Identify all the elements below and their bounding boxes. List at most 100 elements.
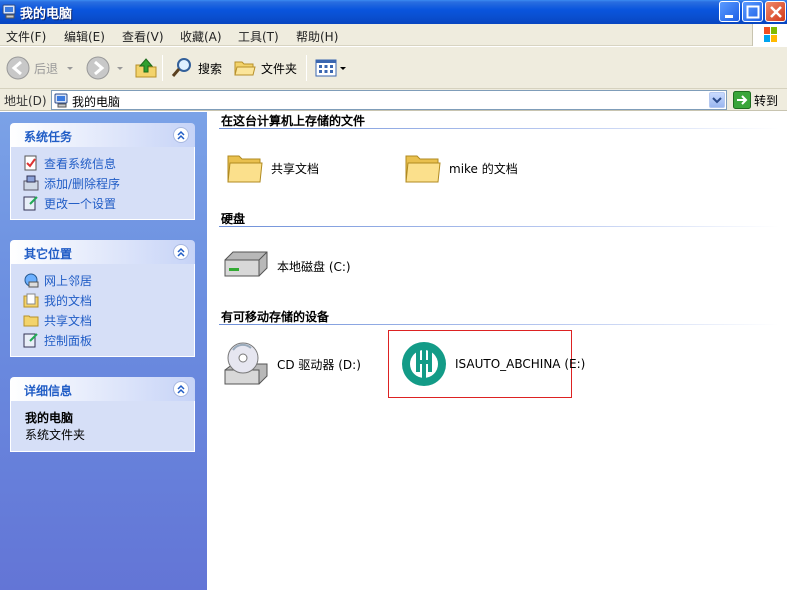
chevron-down-icon [340, 67, 346, 70]
mike-documents-item[interactable]: mike 的文档 [403, 148, 518, 188]
collapse-button[interactable] [173, 381, 189, 397]
details-panel: 详细信息 我的电脑 系统文件夹 [10, 377, 195, 452]
maximize-icon [746, 5, 760, 19]
forward-arrow-icon [86, 56, 110, 80]
task-pane: 系统任务 查看系统信息 添加/删除程序 更改一个设置 其它位置 网上邻居 我的文… [0, 112, 207, 590]
system-info-icon [24, 155, 37, 171]
isauto-abchina-e-item[interactable]: ISAUTO_ABCHINA (E:) [399, 340, 585, 388]
place-network[interactable]: 网上邻居 [23, 270, 194, 290]
go-arrow-icon [733, 91, 751, 109]
search-icon [171, 58, 191, 77]
folder-icon [405, 155, 441, 183]
menu-help[interactable]: 帮助(H) [296, 28, 338, 45]
toolbar-separator [162, 55, 163, 81]
collapse-button[interactable] [173, 127, 189, 143]
folders-icon [234, 61, 256, 76]
place-label: 网上邻居 [44, 273, 93, 288]
windows-logo-icon [764, 27, 777, 42]
cd-drive-d-item[interactable]: CD 驱动器 (D:) [221, 340, 361, 388]
task-label: 查看系统信息 [44, 156, 117, 171]
menu-favorites[interactable]: 收藏(A) [180, 28, 222, 45]
folder-icon [227, 155, 263, 183]
address-value: 我的电脑 [72, 95, 121, 109]
group-title: 在这台计算机上存储的文件 [221, 114, 366, 128]
go-label: 转到 [754, 93, 779, 108]
system-tasks-panel: 系统任务 查看系统信息 添加/删除程序 更改一个设置 [10, 123, 195, 220]
place-shared-documents[interactable]: 共享文档 [23, 310, 194, 330]
chevron-down-icon [67, 67, 74, 70]
minimize-icon [725, 15, 733, 18]
details-name: 我的电脑 [25, 411, 74, 425]
other-places-panel: 其它位置 网上邻居 我的文档 共享文档 控制面板 [10, 240, 195, 357]
folders-button[interactable]: 文件夹 [233, 54, 297, 82]
panel-title: 其它位置 [24, 247, 73, 261]
group-title: 硬盘 [221, 212, 246, 226]
group-divider [219, 128, 779, 129]
control-panel-icon [23, 196, 38, 211]
window-title: 我的电脑 [20, 7, 73, 22]
back-arrow-icon [6, 56, 30, 80]
task-change-setting[interactable]: 更改一个设置 [23, 193, 194, 213]
item-label: CD 驱动器 (D:) [277, 357, 361, 372]
back-label: 后退 [34, 61, 59, 76]
forward-button[interactable] [86, 54, 126, 82]
panel-header[interactable]: 其它位置 [10, 240, 195, 264]
panel-header[interactable]: 详细信息 [10, 377, 195, 401]
content-area: 在这台计算机上存储的文件 共享文档 mike 的文档 硬盘 本地磁盘 (C:) … [207, 112, 787, 590]
my-documents-icon [23, 293, 39, 308]
views-button[interactable] [314, 54, 348, 82]
group-title: 有可移动存储的设备 [221, 310, 330, 324]
chevron-down-icon [712, 97, 722, 104]
add-remove-programs-icon [23, 175, 39, 191]
hard-disk-icon [224, 251, 268, 277]
details-type: 系统文件夹 [25, 428, 86, 442]
task-add-remove-programs[interactable]: 添加/删除程序 [23, 173, 194, 193]
panel-body: 查看系统信息 添加/删除程序 更改一个设置 [10, 147, 195, 220]
toolbar: 后退 搜索 文件夹 [0, 47, 787, 89]
windows-logo-area [752, 24, 787, 46]
menu-tools[interactable]: 工具(T) [238, 28, 279, 45]
item-label: 本地磁盘 (C:) [277, 259, 351, 274]
title-bar: 我的电脑 [0, 0, 787, 24]
my-computer-icon [54, 93, 68, 108]
chevron-up-icon [177, 384, 185, 394]
search-label: 搜索 [198, 61, 223, 76]
menu-edit[interactable]: 编辑(E) [64, 28, 105, 45]
address-dropdown-button[interactable] [709, 92, 725, 108]
folders-label: 文件夹 [261, 61, 298, 76]
up-folder-button[interactable] [134, 54, 158, 82]
group-divider [219, 226, 779, 227]
menu-file[interactable]: 文件(F) [6, 28, 46, 45]
panel-body: 网上邻居 我的文档 共享文档 控制面板 [10, 264, 195, 357]
collapse-button[interactable] [173, 244, 189, 260]
menu-view[interactable]: 查看(V) [122, 28, 164, 45]
task-view-system-info[interactable]: 查看系统信息 [23, 153, 194, 173]
place-my-documents[interactable]: 我的文档 [23, 290, 194, 310]
address-label: 地址(D) [4, 94, 47, 108]
maximize-button[interactable] [742, 1, 763, 22]
minimize-button[interactable] [719, 1, 740, 22]
place-label: 控制面板 [44, 333, 93, 348]
toolbar-separator [306, 55, 307, 81]
panel-header[interactable]: 系统任务 [10, 123, 195, 147]
control-panel-icon [23, 333, 38, 348]
address-bar: 地址(D) 我的电脑 转到 [0, 89, 787, 111]
panel-body: 我的电脑 系统文件夹 [10, 401, 195, 452]
place-label: 共享文档 [44, 313, 93, 328]
close-button[interactable] [765, 1, 786, 22]
network-places-icon [24, 273, 39, 288]
address-input[interactable]: 我的电脑 [51, 90, 727, 110]
local-disk-c-item[interactable]: 本地磁盘 (C:) [221, 246, 351, 286]
task-label: 更改一个设置 [44, 196, 117, 211]
close-icon [770, 6, 782, 18]
go-button[interactable]: 转到 [733, 91, 778, 109]
folder-icon [23, 315, 39, 327]
group-divider [219, 324, 779, 325]
shared-documents-item[interactable]: 共享文档 [225, 148, 319, 188]
place-control-panel[interactable]: 控制面板 [23, 330, 194, 350]
task-label: 添加/删除程序 [44, 176, 121, 191]
search-button[interactable]: 搜索 [170, 54, 222, 82]
place-label: 我的文档 [44, 293, 93, 308]
back-button[interactable]: 后退 [6, 54, 76, 82]
chevron-up-icon [177, 130, 185, 140]
